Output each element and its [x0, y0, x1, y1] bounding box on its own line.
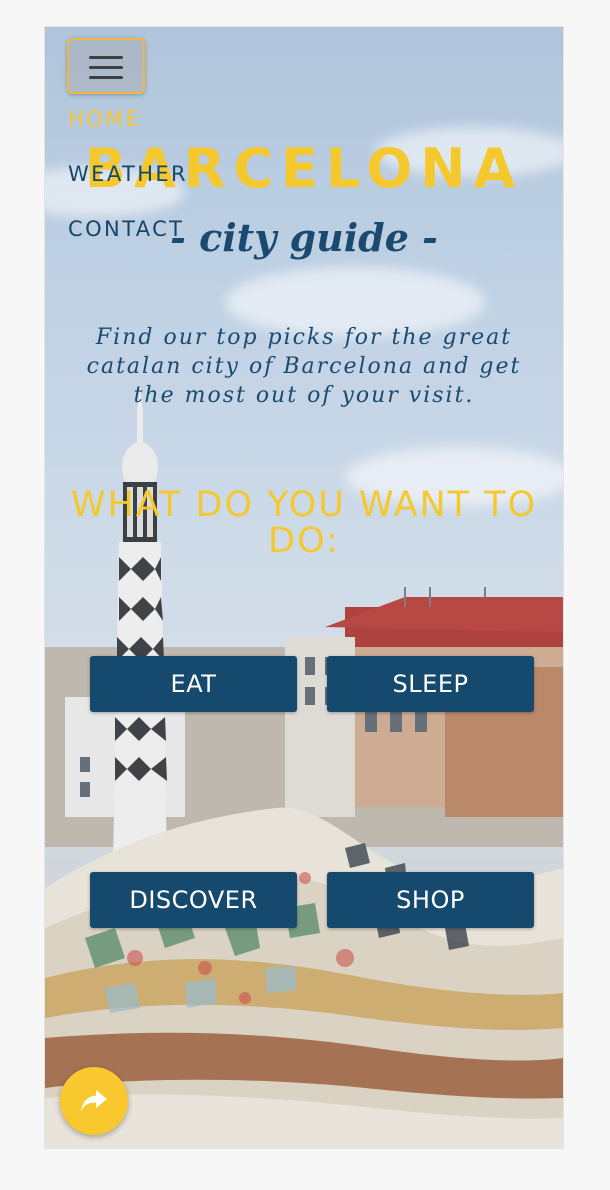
- share-button[interactable]: [60, 1067, 128, 1135]
- nav-link-weather[interactable]: WEATHER: [68, 162, 188, 186]
- shop-button[interactable]: SHOP: [327, 872, 534, 928]
- eat-button[interactable]: EAT: [90, 656, 297, 712]
- share-arrow-icon: [81, 1090, 107, 1112]
- sleep-button[interactable]: SLEEP: [327, 656, 534, 712]
- menu-toggle-button[interactable]: [67, 38, 145, 94]
- intro-text: Find our top picks for the great catalan…: [86, 325, 522, 408]
- hamburger-menu-icon: [89, 56, 123, 80]
- question-heading: WHAT DO YOU WANT TO DO:: [70, 485, 538, 561]
- nav-link-home[interactable]: HOME: [68, 107, 141, 131]
- discover-button[interactable]: DISCOVER: [90, 872, 297, 928]
- nav-link-contact[interactable]: CONTACT: [68, 217, 184, 241]
- app-screen: HOME WEATHER CONTACT BARCELONA - city gu…: [45, 27, 563, 1148]
